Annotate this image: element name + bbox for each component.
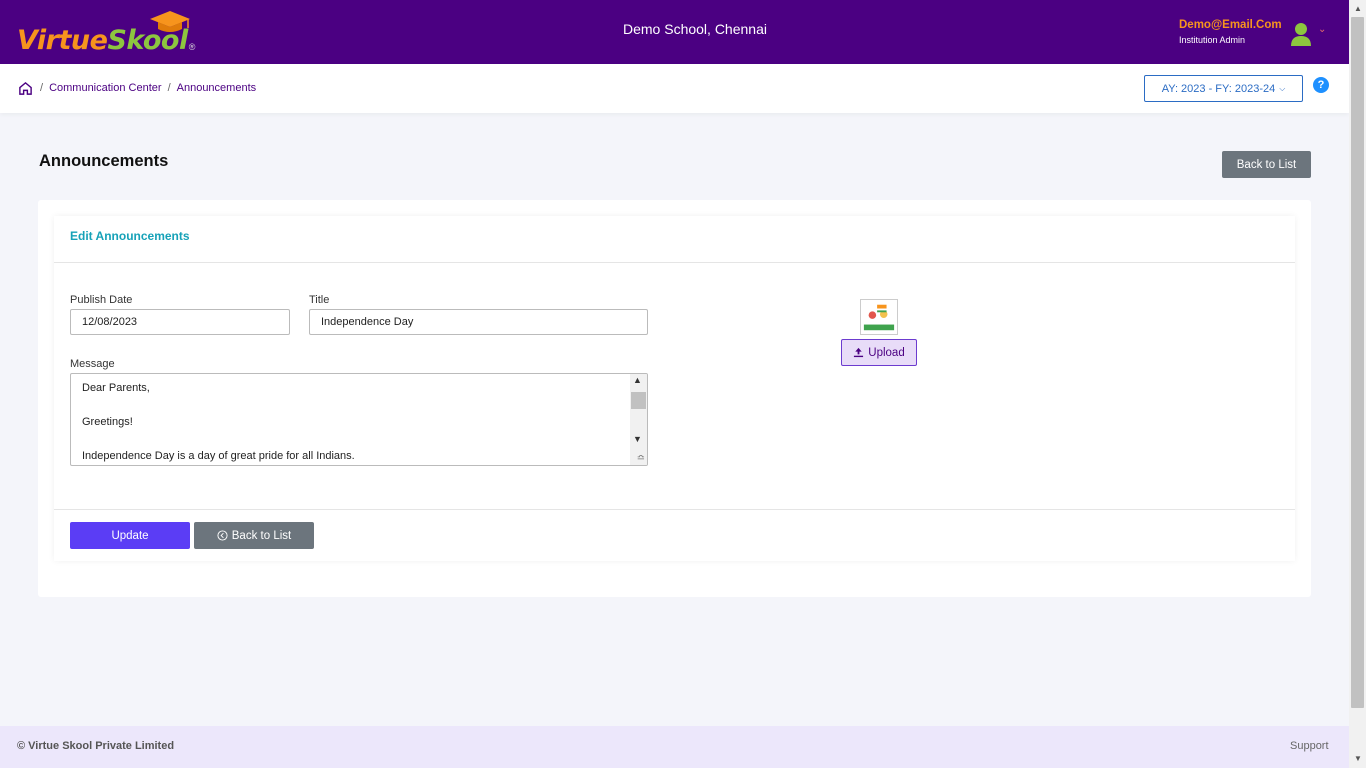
breadcrumb: / Communication Center / Announcements — [40, 82, 256, 94]
user-avatar-icon[interactable] — [1290, 22, 1312, 46]
resize-grip-icon[interactable]: ≏ — [637, 453, 645, 464]
chevron-down-icon[interactable]: ⌄ — [1318, 24, 1326, 35]
scroll-up-icon[interactable]: ▲ — [1354, 4, 1362, 13]
page-title: Announcements — [39, 152, 169, 170]
message-label: Message — [70, 358, 115, 370]
top-navbar: Virtue Skool ® Demo School, Chennai Demo… — [0, 0, 1349, 64]
publish-date-label: Publish Date — [70, 294, 133, 306]
scroll-down-icon[interactable]: ▼ — [633, 434, 642, 444]
logo-registered: ® — [188, 42, 196, 52]
message-textarea[interactable]: Dear Parents, Greetings! Independence Da… — [70, 373, 648, 466]
publish-date-input[interactable]: 12/08/2023 — [70, 309, 290, 335]
user-email: Demo@Email.Com — [1179, 19, 1282, 31]
message-line: Greetings! — [82, 416, 133, 428]
school-name: Demo School, Chennai — [623, 21, 767, 37]
back-to-list-bottom-button[interactable]: Back to List — [194, 522, 314, 549]
breadcrumb-separator: / — [40, 82, 44, 94]
panel-heading: Edit Announcements — [54, 216, 1295, 263]
help-icon[interactable]: ? — [1313, 77, 1329, 93]
page-scrollbar[interactable]: ▲ ▼ — [1349, 0, 1366, 768]
message-line: Independence Day is a day of great pride… — [82, 450, 355, 462]
user-info[interactable]: Demo@Email.Com Institution Admin — [1179, 19, 1282, 45]
breadcrumb-separator: / — [167, 82, 171, 94]
back-to-list-button[interactable]: Back to List — [1222, 151, 1311, 178]
announcement-image-thumbnail — [860, 299, 898, 335]
panel-footer-divider — [54, 509, 1295, 510]
upload-button[interactable]: Upload — [841, 339, 917, 366]
message-line — [82, 397, 636, 414]
academic-year-dropdown[interactable]: AY: 2023 - FY: 2023-24 ⌵ — [1144, 75, 1303, 102]
message-scroll-thumb[interactable] — [631, 392, 646, 409]
breadcrumb-bar: / Communication Center / Announcements A… — [0, 64, 1349, 113]
message-line — [82, 431, 636, 448]
title-label: Title — [309, 294, 330, 306]
back-circle-icon — [217, 530, 228, 541]
update-button[interactable]: Update — [70, 522, 190, 549]
upload-label: Upload — [868, 346, 905, 359]
scroll-up-icon[interactable]: ▲ — [633, 375, 642, 385]
message-content: Dear Parents, Greetings! Independence Da… — [71, 374, 647, 465]
page-scroll-thumb[interactable] — [1351, 17, 1364, 708]
content-card: Edit Announcements Publish Date 12/08/20… — [38, 200, 1311, 597]
edit-announcement-panel: Edit Announcements Publish Date 12/08/20… — [54, 216, 1295, 561]
title-input[interactable]: Independence Day — [309, 309, 648, 335]
home-icon[interactable] — [18, 81, 33, 96]
breadcrumb-announcements[interactable]: Announcements — [177, 82, 257, 94]
message-scrollbar[interactable]: ▲ ▼ ≏ — [630, 374, 647, 465]
upload-icon — [854, 347, 864, 358]
academic-year-label: AY: 2023 - FY: 2023-24 — [1161, 82, 1276, 95]
scroll-down-icon[interactable]: ▼ — [1354, 754, 1362, 763]
breadcrumb-communication-center[interactable]: Communication Center — [49, 82, 162, 94]
copyright-text: © Virtue Skool Private Limited — [17, 740, 175, 752]
page-footer: © Virtue Skool Private Limited Support — [0, 726, 1349, 768]
message-line: Dear Parents, — [82, 382, 150, 394]
chevron-down-icon: ⌵ — [1279, 83, 1286, 93]
back-to-list-label: Back to List — [231, 529, 292, 542]
user-role: Institution Admin — [1179, 35, 1246, 45]
support-link[interactable]: Support — [1290, 740, 1329, 752]
